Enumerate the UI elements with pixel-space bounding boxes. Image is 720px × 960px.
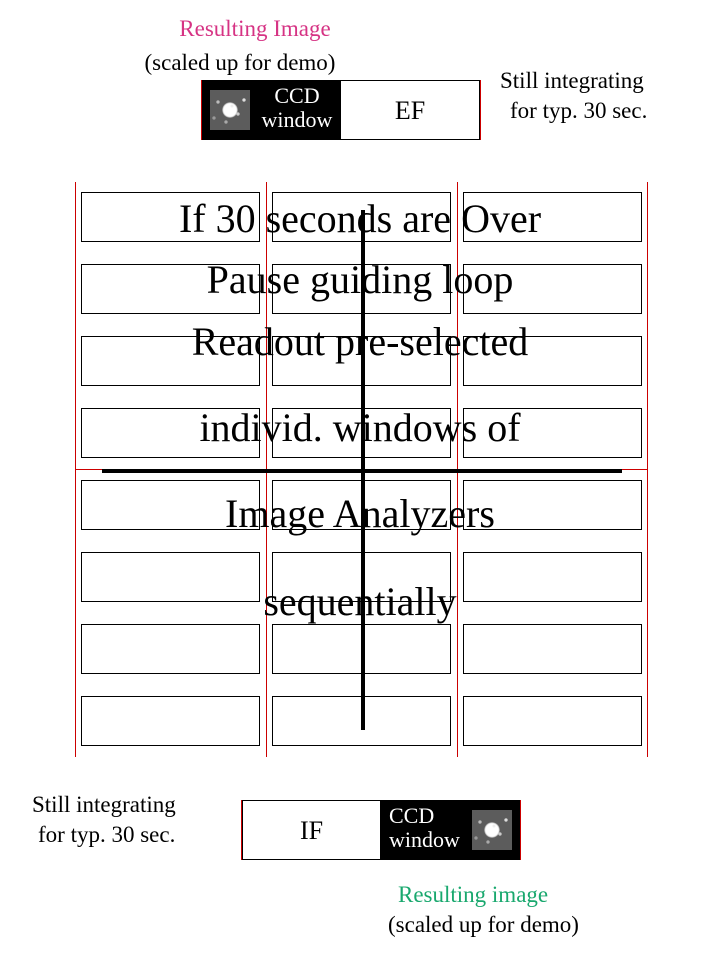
resulting-image-bottom-label: Resulting image [398,882,548,908]
still-integrating-bottom-2: for typ. 30 sec. [38,822,175,848]
if-label: IF [243,801,380,861]
ccd-label-top-1: CCD [257,84,337,108]
resulting-image-bottom-sub: (scaled up for demo) [388,912,579,938]
ccd-label-top-2: window [257,108,337,132]
if-module: IF CCD window [241,800,521,860]
still-integrating-top-1: Still integrating [500,68,720,94]
still-integrating-top-2: for typ. 30 sec. [510,98,720,124]
diagram-canvas: Resulting Image (scaled up for demo) Sti… [0,0,720,960]
ef-module: CCD window EF [201,80,481,140]
ef-label: EF [341,81,479,141]
ccd-label-bottom-1: CCD [389,804,469,828]
resulting-image-top-label: Resulting Image [135,16,375,42]
ccd-label-bottom-2: window [389,828,469,852]
star-noise-icon-bottom [472,810,512,850]
star-noise-icon [210,90,250,130]
resulting-image-top-sub: (scaled up for demo) [110,50,370,76]
still-integrating-bottom-1: Still integrating [32,792,176,818]
ccd-grid [75,182,648,757]
